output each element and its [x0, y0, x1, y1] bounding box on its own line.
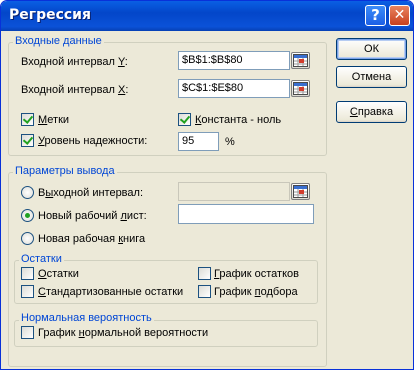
normal-probability-label[interactable]: График нормальной вероятности	[38, 326, 208, 340]
help-button[interactable]: Справка	[336, 101, 407, 123]
output-range-selector-button[interactable]	[291, 183, 310, 200]
new-sheet-label[interactable]: Новый рабочий лист:	[38, 209, 147, 223]
line-fit-plots-checkbox[interactable]	[198, 285, 211, 298]
standardized-residuals-label[interactable]: Стандартизованные остатки	[38, 285, 183, 299]
residual-plots-checkbox[interactable]	[198, 267, 211, 280]
labels-checkbox-label[interactable]: Метки	[38, 113, 69, 127]
range-selector-icon	[293, 185, 308, 198]
cancel-button[interactable]: Отмена	[336, 66, 407, 88]
constant-zero-checkbox[interactable]	[178, 113, 191, 126]
output-options-group-title: Параметры вывода	[13, 165, 117, 178]
confidence-percent-sign: %	[225, 136, 235, 148]
new-sheet-radio[interactable]	[21, 209, 34, 222]
new-workbook-label[interactable]: Новая рабочая книга	[38, 232, 145, 246]
close-title-button[interactable]: ✕	[389, 5, 410, 26]
new-workbook-radio[interactable]	[21, 232, 34, 245]
new-sheet-input[interactable]	[178, 204, 314, 224]
help-title-button[interactable]: ?	[365, 5, 386, 26]
constant-zero-label[interactable]: Константа - ноль	[195, 113, 281, 127]
normal-probability-group-title: Нормальная вероятность	[19, 312, 154, 325]
x-range-selector-button[interactable]	[291, 80, 310, 97]
residual-plots-label[interactable]: График остатков	[214, 267, 299, 281]
labels-checkbox[interactable]	[21, 113, 34, 126]
confidence-level-input[interactable]: 95	[178, 132, 219, 151]
title-bar: Регрессия ? ✕	[1, 1, 413, 31]
y-range-label: Входной интервал Y:	[21, 56, 128, 68]
x-range-input[interactable]: $C$1:$E$80	[178, 79, 290, 98]
confidence-level-checkbox[interactable]	[21, 134, 34, 147]
residuals-group-title: Остатки	[19, 253, 64, 266]
output-range-input[interactable]	[178, 182, 290, 201]
range-selector-icon	[293, 54, 308, 67]
dialog-body: Входные данные Входной интервал Y: $B$1:…	[1, 31, 413, 369]
output-range-label[interactable]: Выходной интервал:	[38, 186, 143, 200]
y-range-input[interactable]: $B$1:$B$80	[178, 51, 290, 70]
residuals-label[interactable]: Остатки	[38, 267, 79, 281]
ok-button[interactable]: ОК	[336, 38, 407, 60]
x-range-label: Входной интервал X:	[21, 84, 129, 96]
confidence-level-label[interactable]: Уровень надежности:	[38, 134, 147, 148]
normal-probability-checkbox[interactable]	[21, 326, 34, 339]
regression-dialog: Регрессия ? ✕ Входные данные Входной инт…	[0, 0, 414, 370]
residuals-checkbox[interactable]	[21, 267, 34, 280]
line-fit-plots-label[interactable]: График подбора	[214, 285, 298, 299]
dialog-title: Регрессия	[9, 7, 91, 23]
output-range-radio[interactable]	[21, 186, 34, 199]
input-data-group-title: Входные данные	[13, 35, 104, 48]
range-selector-icon	[293, 82, 308, 95]
y-range-selector-button[interactable]	[291, 52, 310, 69]
standardized-residuals-checkbox[interactable]	[21, 285, 34, 298]
